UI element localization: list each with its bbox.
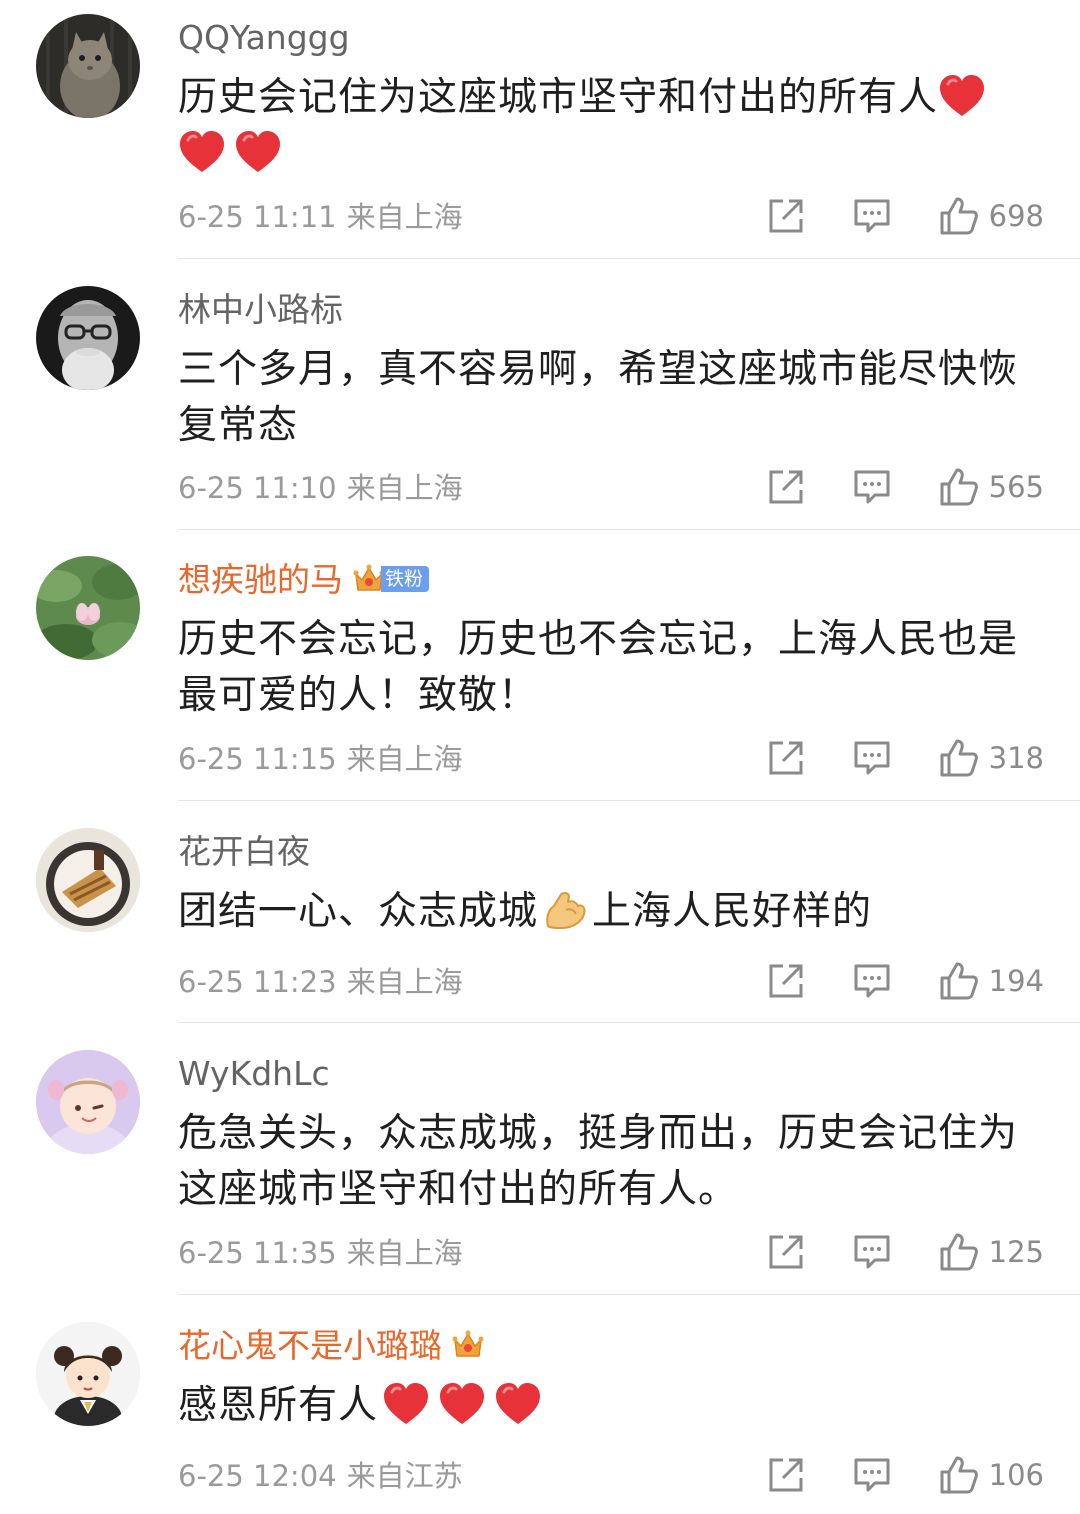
comment-icon[interactable]: [853, 1457, 891, 1493]
like-count: 565: [988, 470, 1044, 504]
share-icon[interactable]: [767, 468, 805, 506]
username[interactable]: 花开白夜: [178, 830, 310, 874]
comment-actions: 106: [767, 1453, 1044, 1497]
comment-text-content: 历史会记住为这座城市坚守和付出的所有人: [178, 75, 939, 120]
comment-text: 历史不会忘记，历史也不会忘记，上海人民也是最可爱的人！致敬！: [178, 617, 1019, 718]
location: 来自上海: [346, 1236, 463, 1270]
comment-text-content: 感恩所有人: [178, 1383, 379, 1428]
comment-icon[interactable]: [853, 198, 891, 234]
avatar[interactable]: [36, 556, 140, 660]
share-icon[interactable]: [767, 962, 805, 1000]
comment-list: QQYanggg 历史会记住为这座城市坚守和付出的所有人 6-25 11:11 来…: [0, 0, 1080, 1514]
comment-icon[interactable]: [853, 740, 891, 776]
username-text: 花心鬼不是小璐璐: [178, 1326, 442, 1365]
location: 来自江苏: [346, 1459, 463, 1493]
comment-meta: 6-25 11:23 来自上海: [178, 962, 463, 1002]
like-count: 698: [988, 199, 1044, 233]
location: 来自上海: [346, 742, 463, 776]
share-icon[interactable]: [767, 197, 805, 235]
comment-text: 三个多月，真不容易啊，希望这座城市能尽快恢复常态: [178, 347, 1019, 448]
comment-text-before: 团结一心、众志成城: [178, 889, 539, 934]
heart-emoji-icon: [494, 1382, 542, 1426]
username[interactable]: 想疾驰的马 铁粉: [178, 558, 430, 602]
comment-icon[interactable]: [853, 963, 891, 999]
divider: [178, 800, 1080, 801]
avatar[interactable]: [36, 1322, 140, 1426]
like-count: 106: [988, 1458, 1044, 1492]
avatar[interactable]: [36, 1050, 140, 1154]
timestamp: 6-25 11:15: [178, 742, 337, 776]
username-text: 想疾驰的马: [178, 560, 343, 599]
like-count: 318: [988, 741, 1044, 775]
comment-text: 危急关头，众志成城，挺身而出，历史会记住为这座城市坚守和付出的所有人。: [178, 1111, 1019, 1212]
avatar[interactable]: [36, 286, 140, 390]
comment-text: 感恩所有人: [178, 1378, 1048, 1434]
comment-meta: 6-25 12:04 来自江苏: [178, 1456, 463, 1496]
heart-emoji-icon: [438, 1382, 486, 1426]
location: 来自上海: [346, 471, 463, 505]
heart-emoji-icon: [234, 130, 282, 174]
timestamp: 6-25 12:04: [178, 1459, 337, 1493]
flexed-biceps-emoji-icon: [542, 888, 588, 932]
comment-text: 团结一心、众志成城 上海人民好样的: [178, 884, 1048, 940]
comment-icon[interactable]: [853, 1234, 891, 1270]
share-icon[interactable]: [767, 1233, 805, 1271]
username[interactable]: WyKdhLc: [178, 1052, 330, 1096]
fan-badge: 铁粉: [381, 565, 430, 592]
comment-meta: 6-25 11:11 来自上海: [178, 197, 463, 237]
like-count: 125: [988, 1235, 1044, 1269]
divider: [178, 529, 1080, 530]
thumbs-up-icon[interactable]: [939, 467, 979, 507]
comment-actions: 698: [767, 194, 1044, 238]
share-icon[interactable]: [767, 1456, 805, 1494]
share-icon[interactable]: [767, 739, 805, 777]
timestamp: 6-25 11:23: [178, 965, 337, 999]
comment-text-after: 上海人民好样的: [592, 889, 873, 934]
comment-text: 历史会记住为这座城市坚守和付出的所有人: [178, 70, 1048, 182]
username[interactable]: 林中小路标: [178, 288, 343, 332]
location: 来自上海: [346, 200, 463, 234]
avatar[interactable]: [36, 828, 140, 932]
thumbs-up-icon[interactable]: [939, 1232, 979, 1272]
timestamp: 6-25 11:10: [178, 471, 337, 505]
thumbs-up-icon[interactable]: [939, 738, 979, 778]
avatar[interactable]: [36, 14, 140, 118]
divider: [178, 1294, 1080, 1295]
username[interactable]: 花心鬼不是小璐璐: [178, 1324, 484, 1368]
comment-actions: 565: [767, 465, 1044, 509]
heart-emoji-icon: [938, 74, 986, 118]
comment-actions: 125: [767, 1230, 1044, 1274]
comment-actions: 318: [767, 736, 1044, 780]
comment-icon[interactable]: [853, 469, 891, 505]
like-count: 194: [988, 964, 1044, 998]
thumbs-up-icon[interactable]: [939, 196, 979, 236]
comment-meta: 6-25 11:35 来自上海: [178, 1233, 463, 1273]
location: 来自上海: [346, 965, 463, 999]
heart-emoji-icon: [178, 130, 226, 174]
thumbs-up-icon[interactable]: [939, 961, 979, 1001]
comment-meta: 6-25 11:10 来自上海: [178, 468, 463, 508]
crown-badge-icon: [452, 1330, 484, 1360]
heart-emoji-icon: [382, 1382, 430, 1426]
comment-meta: 6-25 11:15 来自上海: [178, 739, 463, 779]
divider: [178, 1022, 1080, 1023]
comment-actions: 194: [767, 959, 1044, 1003]
timestamp: 6-25 11:11: [178, 200, 337, 234]
divider: [178, 258, 1080, 259]
thumbs-up-icon[interactable]: [939, 1455, 979, 1495]
timestamp: 6-25 11:35: [178, 1236, 337, 1270]
username[interactable]: QQYanggg: [178, 16, 350, 60]
